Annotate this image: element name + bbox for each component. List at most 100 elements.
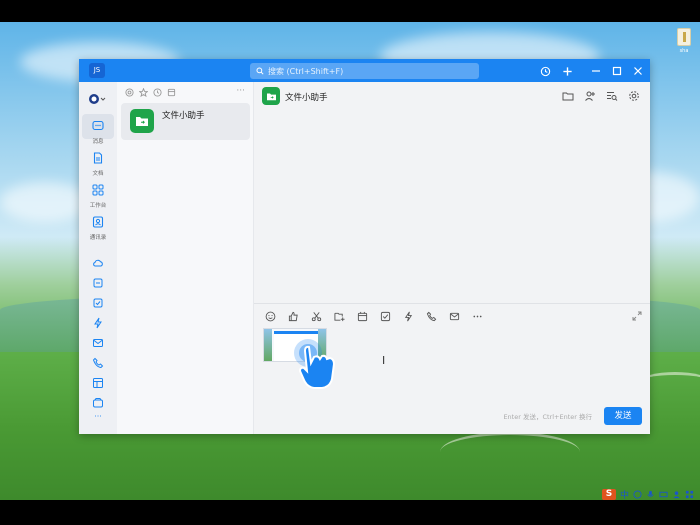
sidebar-box-button[interactable]: [82, 394, 114, 413]
ding-button[interactable]: [402, 310, 414, 322]
chat-panel: 文件小助手 I Enter 发送，Ctrl+Enter 换行 发送: [254, 82, 650, 434]
desktop-icon-label: sha: [679, 48, 689, 54]
close-icon: [634, 67, 642, 75]
conversation-name: 文件小助手: [162, 111, 205, 121]
thumbs-up-icon: [288, 311, 298, 321]
tray-icon[interactable]: [633, 489, 642, 499]
sidebar-item-messages[interactable]: 消息: [82, 114, 114, 145]
phone-icon: [92, 357, 104, 369]
lightning-icon: [404, 311, 412, 321]
text-cursor: I: [382, 354, 386, 367]
avatar[interactable]: JS: [89, 63, 105, 78]
keyboard-icon[interactable]: [659, 490, 668, 499]
send-button[interactable]: 发送: [604, 407, 642, 425]
file-button[interactable]: [333, 310, 345, 322]
chat-header: 文件小助手: [254, 82, 650, 110]
board-icon: [93, 378, 103, 388]
call-button[interactable]: [425, 310, 437, 322]
sidebar-item-label: 文档: [92, 171, 104, 177]
contacts-icon: [92, 216, 104, 228]
screenshot-button[interactable]: [310, 310, 322, 322]
star-icon[interactable]: [139, 88, 148, 97]
tap-gesture-icon: [294, 339, 336, 389]
user-icon[interactable]: [672, 490, 681, 499]
maximize-icon: [612, 66, 622, 76]
plus-icon: [562, 66, 572, 76]
phone-icon: [426, 311, 436, 321]
mail-icon: [93, 339, 103, 347]
grid-icon[interactable]: [685, 490, 694, 499]
send-hint: Enter 发送，Ctrl+Enter 换行: [503, 413, 592, 421]
minimize-icon: [592, 70, 600, 72]
sidebar-item-label: 工作台: [89, 203, 107, 209]
expand-icon[interactable]: [632, 311, 642, 321]
conversation-filter-bar: [125, 88, 176, 97]
sidebar-meeting-button[interactable]: [82, 274, 114, 293]
scissors-icon: [311, 311, 321, 321]
conversation-more-button[interactable]: ···: [236, 86, 245, 96]
search-input[interactable]: 搜索 (Ctrl+Shift+F): [250, 63, 479, 79]
folder-add-icon: [333, 312, 345, 321]
nav-sidebar: 消息 文档 工作台 通讯录 ···: [79, 82, 117, 434]
add-button[interactable]: [559, 63, 575, 79]
folder-open-icon[interactable]: [562, 90, 574, 102]
chat-title: 文件小助手: [285, 93, 328, 103]
sidebar-item-contacts[interactable]: 通讯录: [82, 210, 114, 241]
letterbox-bottom: [0, 500, 700, 525]
settings-icon[interactable]: [628, 90, 640, 102]
sidebar-cloud-button[interactable]: [82, 254, 114, 273]
thumbnail-desktop-left: [264, 329, 272, 361]
like-button[interactable]: [287, 310, 299, 322]
file-icon: [677, 28, 691, 46]
folder-icon: [130, 109, 154, 133]
taskbar-tray: S 中: [601, 488, 700, 501]
sidebar-board-button[interactable]: [82, 374, 114, 393]
composer-toolbar: [264, 310, 483, 322]
task-button[interactable]: [379, 310, 391, 322]
lightning-icon: [94, 317, 102, 329]
apps-icon: [92, 184, 104, 196]
cloud-icon: [93, 259, 103, 267]
box-icon: [93, 398, 103, 408]
conversation-list: ··· 文件小助手: [117, 82, 254, 434]
road: [440, 432, 580, 472]
status-avatar-icon: [89, 94, 106, 104]
sidebar-item-label: 消息: [92, 139, 104, 145]
sidebar-mail-button[interactable]: [82, 334, 114, 353]
sidebar-call-button[interactable]: [82, 354, 114, 373]
add-member-icon[interactable]: [584, 90, 596, 102]
sidebar-more-button[interactable]: ···: [82, 412, 114, 421]
maximize-button[interactable]: [609, 63, 625, 79]
history-button[interactable]: [537, 63, 553, 79]
schedule-button[interactable]: [356, 310, 368, 322]
message-icon: [92, 120, 104, 131]
mention-icon[interactable]: [125, 88, 134, 97]
search-history-icon[interactable]: [606, 90, 618, 102]
checkbox-icon: [93, 298, 103, 308]
calendar-icon: [357, 311, 367, 321]
sidebar-item-workbench[interactable]: 工作台: [82, 178, 114, 209]
emoji-button[interactable]: [264, 310, 276, 322]
sidebar-item-docs[interactable]: 文档: [82, 146, 114, 177]
archive-icon[interactable]: [167, 88, 176, 97]
desktop-file-icon[interactable]: sha: [674, 28, 694, 54]
status-selector[interactable]: [82, 90, 114, 104]
search-placeholder: 搜索 (Ctrl+Shift+F): [268, 66, 344, 76]
search-icon: [256, 67, 264, 75]
mail-icon: [449, 312, 459, 320]
clock-icon[interactable]: [153, 88, 162, 97]
close-button[interactable]: [630, 63, 646, 79]
emoji-icon: [265, 311, 275, 321]
sidebar-todo-button[interactable]: [82, 294, 114, 313]
mic-icon[interactable]: [646, 490, 655, 499]
mail-button[interactable]: [448, 310, 460, 322]
ime-icon[interactable]: S: [601, 488, 616, 500]
sidebar-item-label: 通讯录: [89, 235, 107, 241]
sidebar-flash-button[interactable]: [82, 314, 114, 333]
app-window: JS 搜索 (Ctrl+Shift+F) 消息 文档 工作台 通讯录 ··· ·…: [79, 59, 650, 434]
ime-label[interactable]: 中: [620, 488, 629, 501]
minimize-button[interactable]: [588, 63, 604, 79]
history-icon: [540, 66, 550, 76]
more-tools-button[interactable]: [471, 310, 483, 322]
list-item[interactable]: 文件小助手: [121, 103, 250, 140]
